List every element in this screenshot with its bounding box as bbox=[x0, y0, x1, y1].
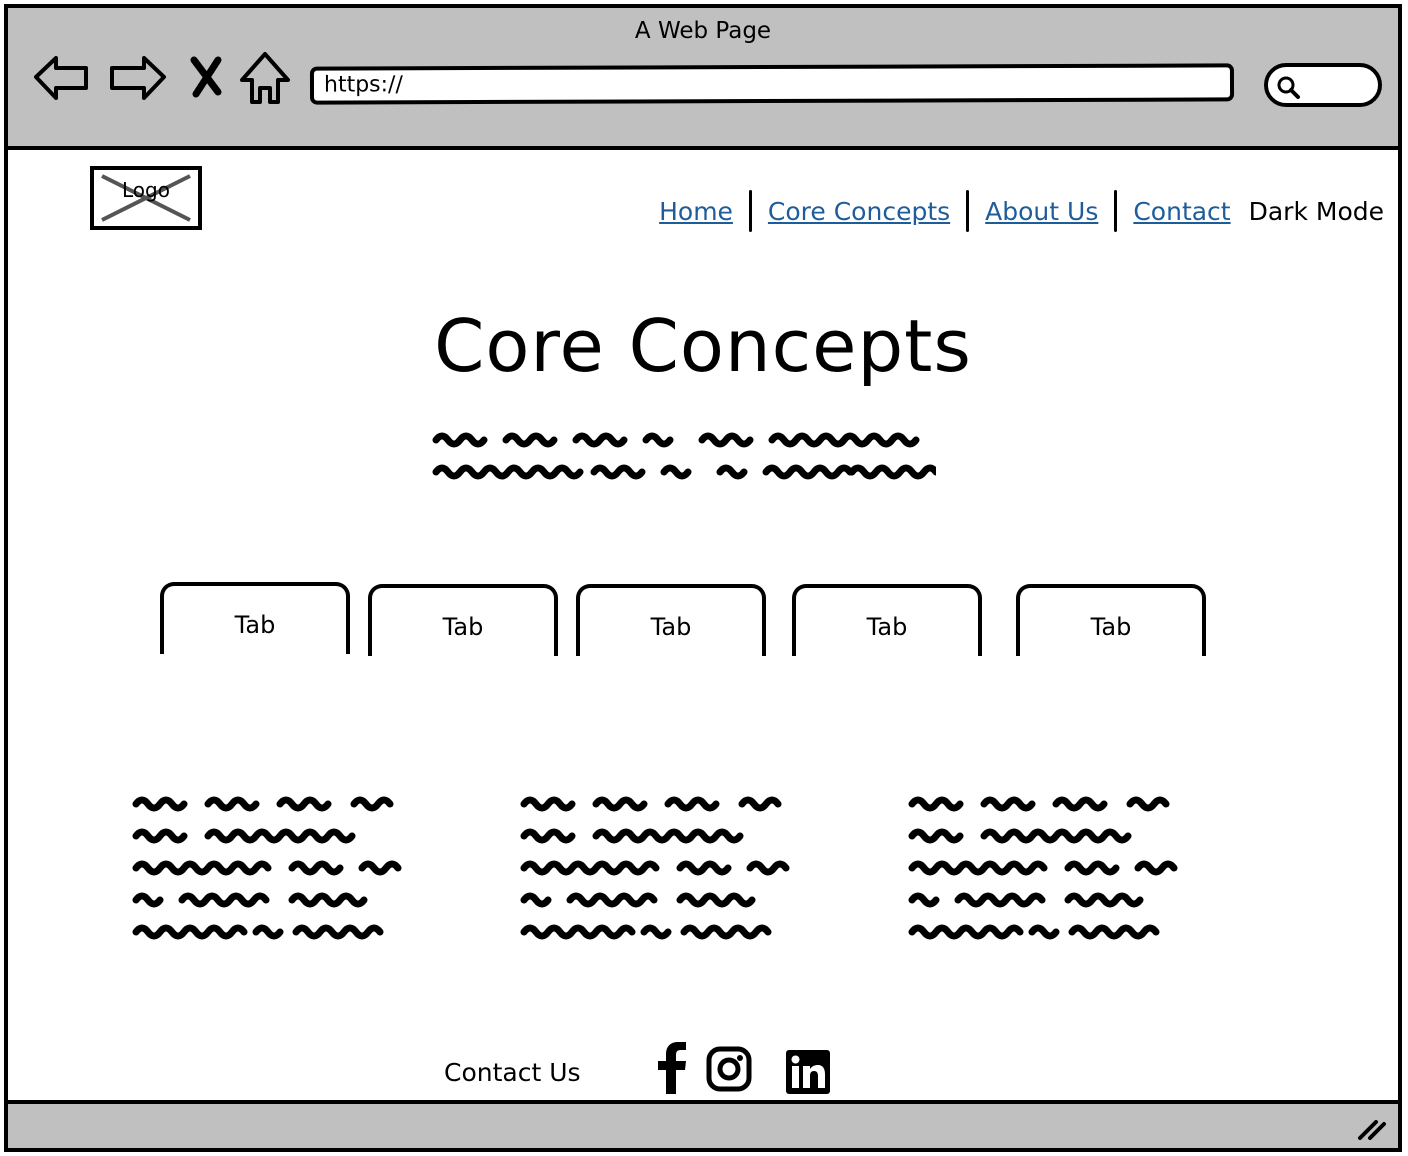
linkedin-icon[interactable] bbox=[786, 1050, 830, 1094]
browser-search-field[interactable] bbox=[1264, 63, 1382, 107]
dark-mode-toggle[interactable]: Dark Mode bbox=[1249, 197, 1384, 226]
search-icon bbox=[1277, 76, 1300, 99]
nav-divider bbox=[748, 190, 752, 232]
forward-arrow-icon[interactable] bbox=[106, 46, 168, 108]
url-input[interactable]: https:// bbox=[309, 63, 1235, 105]
logo-label: Logo bbox=[122, 178, 170, 202]
close-icon[interactable] bbox=[180, 46, 236, 108]
tab-4[interactable]: Tab bbox=[792, 584, 982, 656]
intro-text-placeholder bbox=[432, 432, 936, 480]
top-navigation: Home Core Concepts About Us Contact Dark… bbox=[659, 190, 1384, 232]
resize-grip-icon[interactable] bbox=[1356, 1116, 1388, 1142]
tab-5[interactable]: Tab bbox=[1016, 584, 1206, 656]
tab-3[interactable]: Tab bbox=[576, 584, 766, 656]
tab-1[interactable]: Tab bbox=[160, 582, 350, 654]
browser-window: A Web Page https:// Logo Home Core Conce… bbox=[4, 4, 1402, 1152]
nav-divider bbox=[966, 190, 970, 232]
content-column-2-text bbox=[520, 796, 790, 940]
instagram-icon[interactable] bbox=[706, 1046, 752, 1092]
nav-link-core-concepts[interactable]: Core Concepts bbox=[768, 197, 950, 226]
content-column-1-text bbox=[132, 796, 402, 940]
page-title: Core Concepts bbox=[434, 304, 972, 388]
footer-contact-us[interactable]: Contact Us bbox=[444, 1058, 581, 1087]
content-column-3-text bbox=[908, 796, 1178, 940]
back-arrow-icon[interactable] bbox=[32, 46, 94, 108]
nav-divider bbox=[1114, 190, 1118, 232]
browser-toolbar: A Web Page https:// bbox=[8, 8, 1398, 150]
tab-2[interactable]: Tab bbox=[368, 584, 558, 656]
facebook-icon[interactable] bbox=[654, 1042, 688, 1094]
window-title: A Web Page bbox=[634, 18, 772, 44]
logo-placeholder[interactable]: Logo bbox=[90, 166, 202, 230]
browser-status-bar bbox=[8, 1100, 1398, 1148]
nav-link-home[interactable]: Home bbox=[659, 197, 733, 226]
home-icon[interactable] bbox=[234, 46, 296, 108]
nav-link-contact[interactable]: Contact bbox=[1133, 197, 1230, 226]
nav-link-about-us[interactable]: About Us bbox=[985, 197, 1098, 226]
